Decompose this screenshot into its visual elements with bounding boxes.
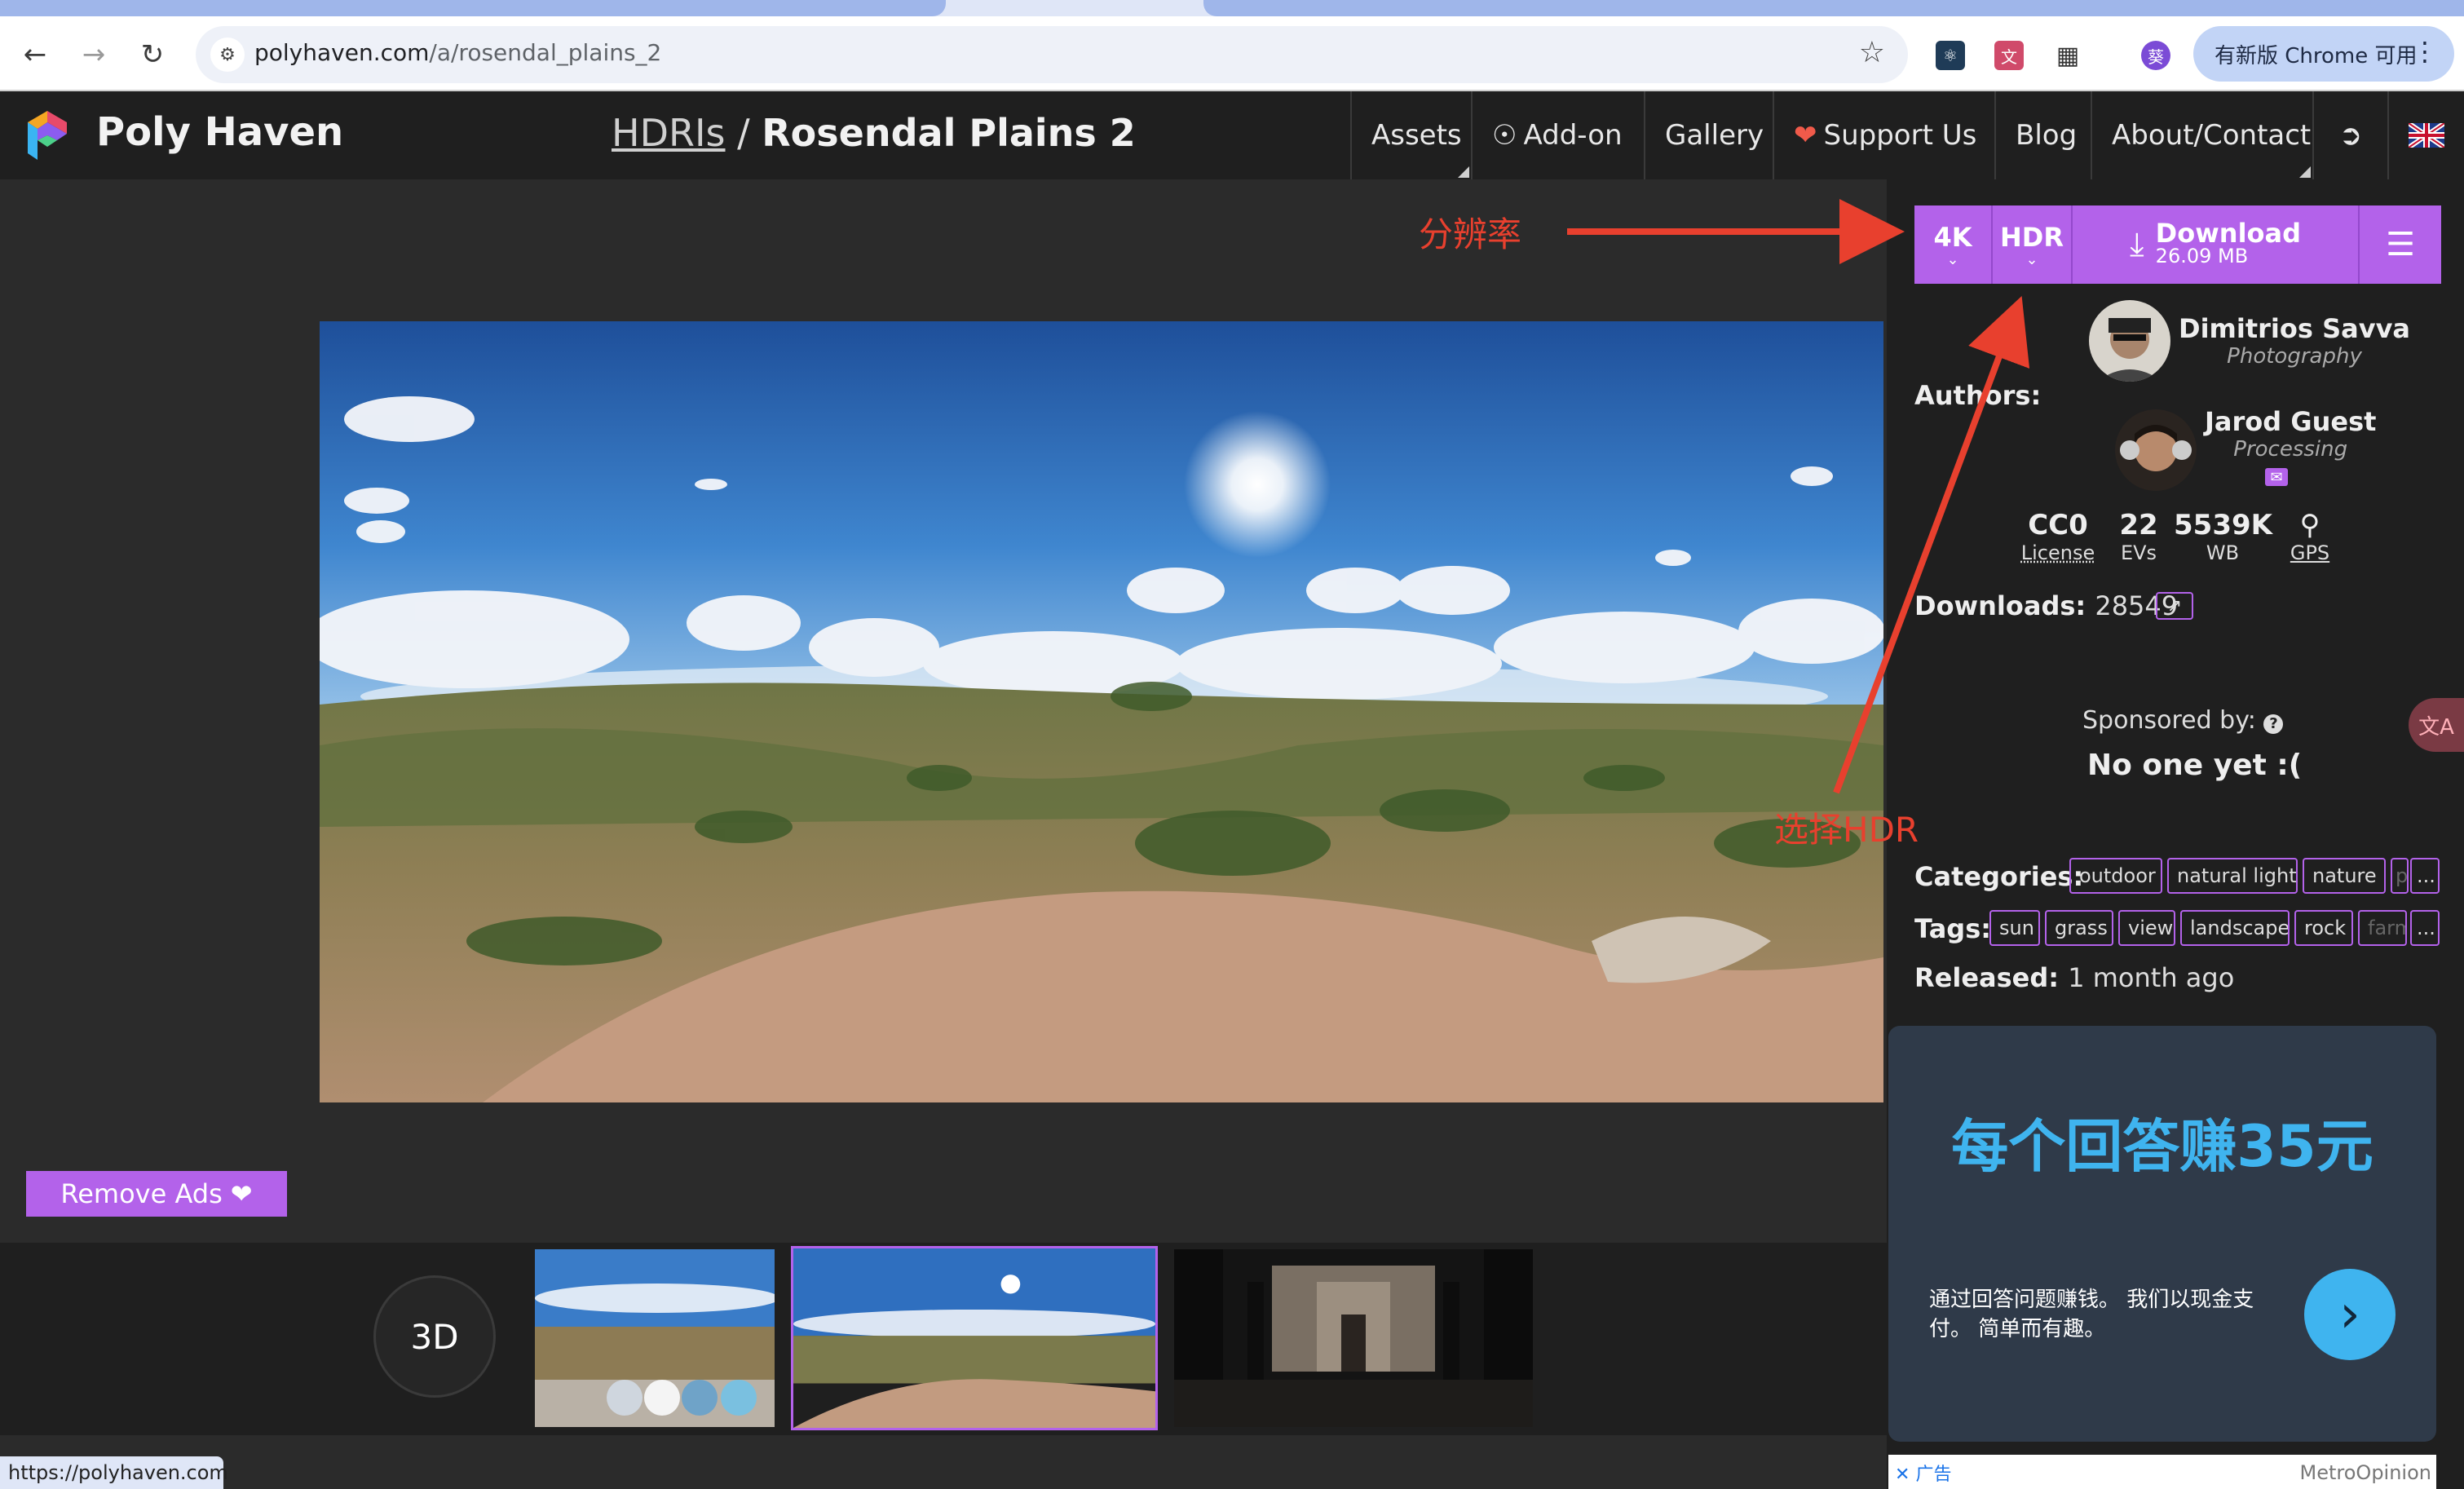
resolution-select[interactable]: 4K ⌄ (1914, 205, 1993, 284)
thumbnail-courtyard[interactable] (1174, 1249, 1533, 1427)
nav-gallery[interactable]: Gallery (1644, 91, 1773, 179)
help-icon[interactable]: ? (2263, 714, 2284, 734)
tag[interactable]: farm (2358, 910, 2407, 946)
browser-tab[interactable] (1203, 0, 2464, 16)
tag[interactable]: sun (1989, 910, 2040, 946)
address-bar[interactable]: ⚙ polyhaven.com/a/rosendal_plains_2 ☆ (196, 26, 1908, 83)
tags-label: Tags: (1914, 913, 1992, 944)
tag[interactable]: rock (2294, 910, 2353, 946)
tag[interactable]: view (2118, 910, 2175, 946)
email-icon[interactable]: ✉ (2265, 468, 2288, 486)
reload-icon[interactable]: ↻ (132, 34, 173, 75)
thumbnail-hdri-selected[interactable] (791, 1246, 1158, 1430)
downloads-graph-icon[interactable]: ↗ (2156, 592, 2193, 620)
stat-gps[interactable]: ⚲ GPS (2281, 509, 2338, 564)
avatar[interactable] (2115, 409, 2197, 491)
author-dimitrios[interactable]: Dimitrios Savva Photography (2179, 313, 2410, 369)
bookmark-star-icon[interactable]: ☆ (1859, 36, 1885, 69)
translate-float-icon[interactable]: 文A (2409, 698, 2464, 752)
url-text[interactable]: polyhaven.com/a/rosendal_plains_2 (254, 39, 661, 66)
chevron-down-icon: ⌄ (1946, 251, 1959, 268)
ad-footer: ✕ 广告 MetroOpinion (1888, 1455, 2436, 1489)
remove-ads-button[interactable]: Remove Ads ❤ (26, 1171, 287, 1217)
site-header: Poly Haven HDRIs / Rosendal Plains 2 Ass… (0, 91, 2464, 179)
more-menu-icon[interactable]: ⋮ (2412, 36, 2438, 67)
chevron-down-icon: ⌄ (2025, 251, 2038, 268)
ad-headline[interactable]: 每个回答赚35元 (1888, 1101, 2436, 1183)
stat-wb: 5539K WB (2174, 509, 2272, 564)
translate-extension-icon[interactable]: 文 (1994, 41, 2024, 70)
heart-icon: ❤ (230, 1178, 253, 1209)
sponsored-label: Sponsored by: ? (2082, 706, 2284, 735)
dropdown-corner-icon (2299, 166, 2311, 178)
category-tag[interactable]: natural light (2167, 858, 2298, 894)
ad-arrow-icon[interactable]: › (2304, 1269, 2396, 1360)
login-icon[interactable]: ➲ (2312, 91, 2387, 179)
nav-assets[interactable]: Assets (1350, 91, 1471, 179)
annotation-select-hdr: 选择HDR (1774, 810, 1919, 850)
category-tag[interactable]: outdoor (2069, 858, 2162, 894)
advertisement[interactable]: 每个回答赚35元 通过回答问题赚钱。 我们以现金支付。 简单而有趣。 › (1888, 1026, 2436, 1442)
stat-evs: 22 EVs (2119, 509, 2158, 564)
brand-name[interactable]: Poly Haven (96, 109, 343, 155)
categories-label: Categories: (1914, 861, 2084, 892)
more-tags-button[interactable]: ... (2410, 910, 2440, 946)
download-icon: ⤓ (2129, 226, 2144, 263)
avatar[interactable] (2089, 300, 2170, 382)
site-info-icon[interactable]: ⚙ (210, 38, 245, 72)
category-tag[interactable]: nature (2303, 858, 2386, 894)
annotation-resolution: 分辨率 (1419, 214, 1522, 254)
authors-label: Authors: (1914, 380, 2042, 411)
download-bar: 4K ⌄ HDR ⌄ ⤓ Download 26.09 MB ☰ (1914, 205, 2441, 284)
breadcrumb-separator: / (725, 111, 762, 155)
breadcrumb: HDRIs / Rosendal Plains 2 (612, 111, 1136, 155)
blender-icon: ☉ (1492, 119, 1517, 152)
stat-license[interactable]: CC0 License (2019, 509, 2097, 564)
map-pin-icon: ⚲ (2299, 509, 2320, 541)
released-info: Released: 1 month ago (1914, 962, 2235, 993)
category-tag[interactable]: p (2391, 858, 2409, 894)
forward-icon[interactable]: → (73, 34, 114, 75)
dropdown-corner-icon (1458, 166, 1469, 178)
download-button[interactable]: ⤓ Download 26.09 MB (2073, 205, 2360, 284)
profile-avatar[interactable]: 葵 (2141, 41, 2170, 70)
view-3d-button[interactable]: 3D (373, 1275, 496, 1398)
extensions-puzzle-icon[interactable]: ▦ (2053, 41, 2082, 70)
format-select[interactable]: HDR ⌄ (1993, 205, 2073, 284)
hdri-preview-image[interactable] (320, 321, 1883, 1102)
tag[interactable]: landscape (2180, 910, 2290, 946)
downloads-count: Downloads: 28549 (1914, 590, 2179, 621)
ad-close-icon[interactable]: ✕ 广告 (1895, 1460, 1951, 1486)
page-title: Rosendal Plains 2 (762, 111, 1136, 155)
author-jarod[interactable]: Jarod Guest Processing (2205, 406, 2376, 462)
breadcrumb-hdris-link[interactable]: HDRIs (612, 111, 726, 155)
heart-icon: ❤ (1794, 119, 1817, 152)
download-options-menu-icon[interactable]: ☰ (2360, 205, 2441, 284)
language-flag-icon[interactable] (2387, 91, 2464, 179)
thumbnail-spheres[interactable] (535, 1249, 775, 1427)
tab-strip (0, 0, 2464, 16)
sponsor-value: No one yet :( (2087, 749, 2303, 782)
more-categories-button[interactable]: ... (2410, 858, 2440, 894)
status-bar-url: https://polyhaven.com (0, 1456, 228, 1489)
back-icon[interactable]: ← (15, 34, 55, 75)
nav-support-us[interactable]: ❤ Support Us (1773, 91, 1994, 179)
react-devtools-icon[interactable]: ⚛ (1936, 41, 1965, 70)
tag[interactable]: grass (2045, 910, 2113, 946)
ad-body[interactable]: 通过回答问题赚钱。 我们以现金支付。 简单而有趣。 (1929, 1285, 2255, 1344)
browser-tab[interactable] (0, 0, 946, 16)
chrome-update-button[interactable]: 有新版 Chrome 可用 ⋮ (2193, 26, 2454, 82)
polyhaven-logo-icon[interactable] (24, 109, 70, 163)
nav-addon[interactable]: ☉ Add-on (1471, 91, 1644, 179)
browser-toolbar: ← → ↻ ⚙ polyhaven.com/a/rosendal_plains_… (0, 16, 2464, 91)
nav-blog[interactable]: Blog (1994, 91, 2091, 179)
nav-about-contact[interactable]: About/Contact (2091, 91, 2312, 179)
ad-source[interactable]: MetroOpinion (2300, 1461, 2431, 1484)
